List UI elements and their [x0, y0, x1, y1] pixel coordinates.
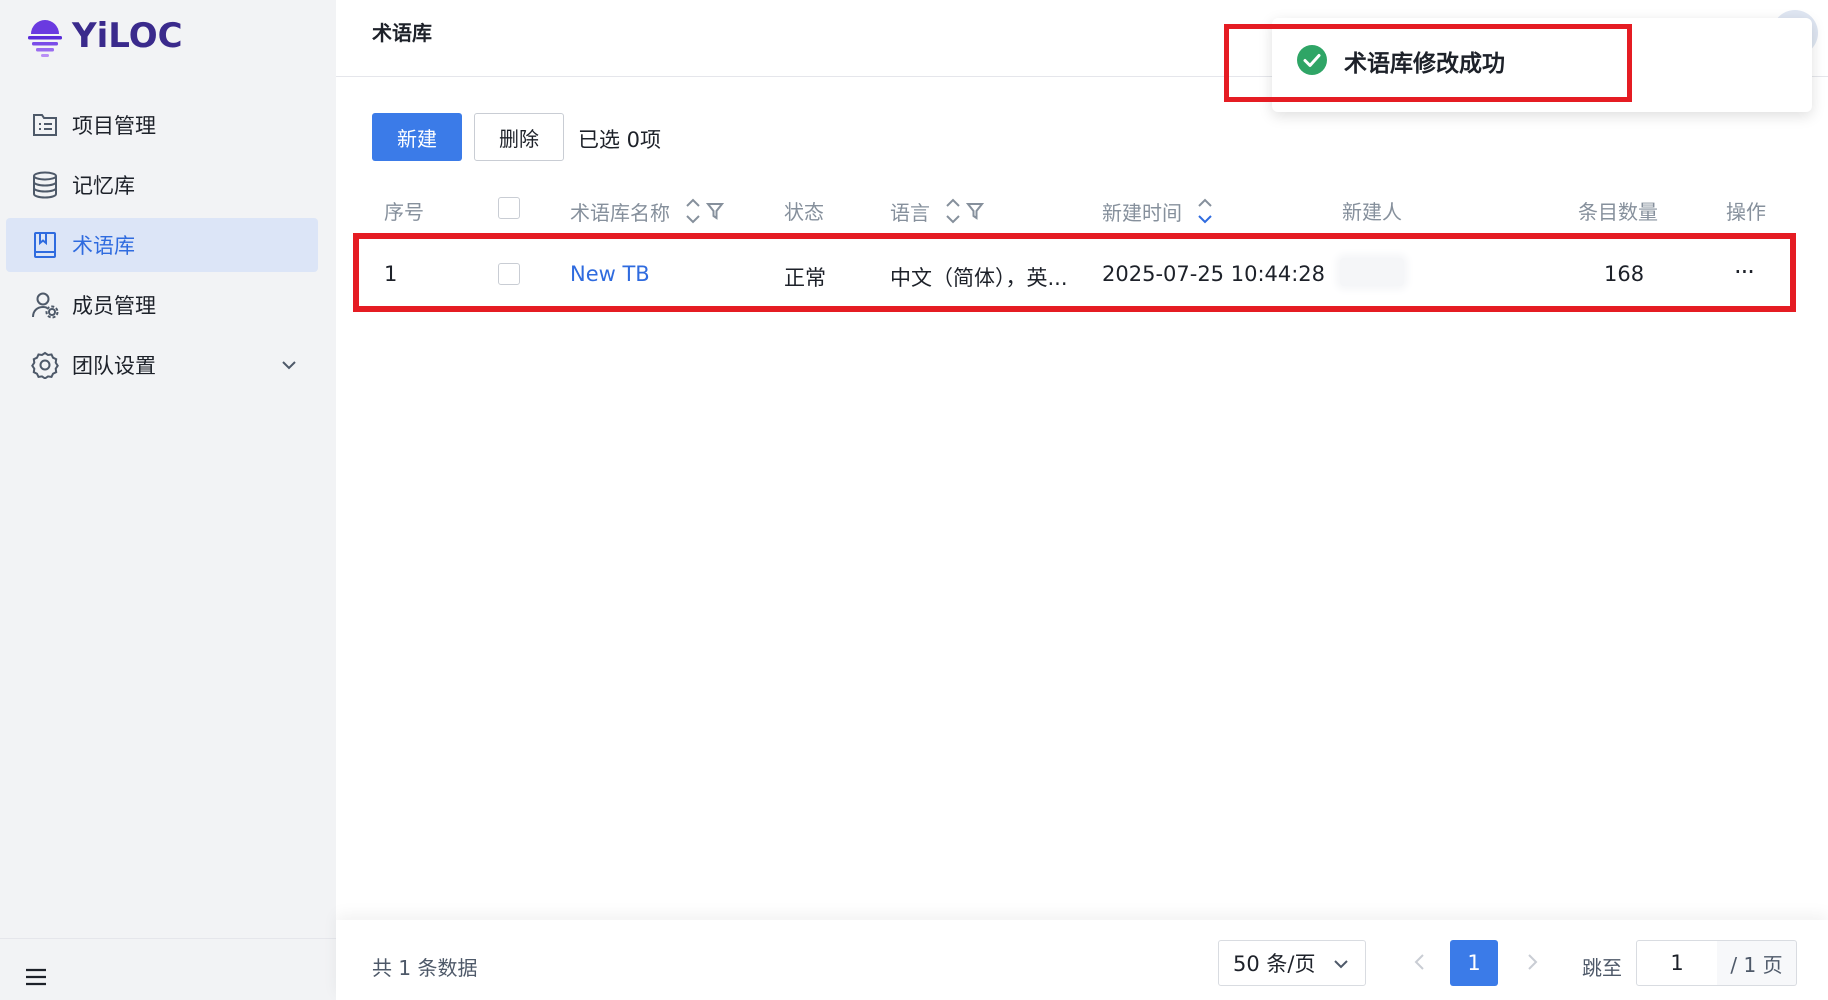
- delete-button[interactable]: 删除: [474, 113, 564, 161]
- column-header-label: 新建时间: [1102, 200, 1182, 225]
- jump-page-input[interactable]: [1636, 940, 1718, 986]
- sidebar-item-termbase[interactable]: 术语库: [6, 218, 318, 272]
- hamburger-icon[interactable]: [24, 967, 48, 987]
- page-size-select[interactable]: 50 条/页: [1218, 940, 1366, 986]
- selected-count: 已选 0项: [578, 128, 662, 152]
- column-header-label: 序号: [384, 200, 424, 224]
- database-icon: [30, 170, 60, 200]
- total-count: 共 1 条数据: [372, 956, 478, 980]
- book-icon: [30, 230, 60, 260]
- column-header-actions: 操作: [1726, 196, 1766, 225]
- next-page-icon[interactable]: [1520, 948, 1544, 976]
- sidebar-footer: [0, 938, 336, 1000]
- chevron-down-icon: [282, 361, 296, 370]
- logo-mark-icon: [28, 20, 62, 57]
- sidebar-item-label: 术语库: [72, 234, 135, 258]
- sort-icon[interactable]: [944, 196, 962, 226]
- column-header-label: 条目数量: [1578, 200, 1658, 224]
- column-header-label: 术语库名称: [570, 200, 670, 225]
- column-header-created-at[interactable]: 新建时间: [1102, 196, 1214, 226]
- jump-label: 跳至: [1582, 956, 1622, 980]
- sidebar-item-label: 项目管理: [72, 114, 156, 138]
- page-button-current[interactable]: 1: [1450, 940, 1498, 986]
- sidebar-item-label: 记忆库: [72, 174, 135, 198]
- sidebar-nav: 项目管理 记忆库 术语库 成员管理 团队设置: [6, 98, 318, 398]
- sort-icon[interactable]: [684, 196, 702, 226]
- column-header-creator: 新建人: [1342, 196, 1402, 225]
- project-list-icon: [30, 110, 60, 140]
- page-title: 术语库: [372, 21, 432, 45]
- chevron-down-icon: [1334, 960, 1348, 969]
- sidebar-item-projects[interactable]: 项目管理: [6, 98, 318, 152]
- column-header-entry-count: 条目数量: [1578, 196, 1658, 225]
- gear-icon: [30, 350, 60, 380]
- sort-desc-icon[interactable]: [1196, 196, 1214, 226]
- total-pages: / 1 页: [1717, 940, 1797, 986]
- app-logo[interactable]: YiLOC: [26, 14, 183, 58]
- user-settings-icon: [30, 290, 60, 320]
- select-all-checkbox[interactable]: [498, 197, 520, 219]
- row-highlight-box: [353, 233, 1796, 312]
- sidebar-item-team-settings[interactable]: 团队设置: [6, 338, 318, 392]
- sidebar-item-label: 成员管理: [72, 294, 156, 318]
- sidebar-item-memory[interactable]: 记忆库: [6, 158, 318, 212]
- column-header-label: 新建人: [1342, 200, 1402, 224]
- column-header-label: 状态: [784, 200, 824, 224]
- logo-text: YiLOC: [72, 16, 183, 56]
- column-header-name[interactable]: 术语库名称: [570, 196, 724, 226]
- column-header-label: 语言: [890, 200, 930, 225]
- column-header-index: 序号: [384, 196, 424, 225]
- column-header-label: 操作: [1726, 200, 1766, 224]
- filter-icon[interactable]: [966, 202, 984, 220]
- sidebar-item-label: 团队设置: [72, 354, 156, 378]
- new-button[interactable]: 新建: [372, 113, 462, 161]
- sidebar: YiLOC 项目管理 记忆库 术语库 成员管理 团队设置: [0, 0, 336, 1000]
- filter-icon[interactable]: [706, 202, 724, 220]
- page-size-value: 50 条/页: [1233, 952, 1316, 976]
- column-header-language[interactable]: 语言: [890, 196, 984, 226]
- toast-highlight-box: [1224, 24, 1632, 102]
- sidebar-item-members[interactable]: 成员管理: [6, 278, 318, 332]
- column-header-status: 状态: [784, 196, 824, 225]
- table-footer: 共 1 条数据 50 条/页 1 跳至 / 1 页: [336, 920, 1828, 1000]
- prev-page-icon[interactable]: [1408, 948, 1432, 976]
